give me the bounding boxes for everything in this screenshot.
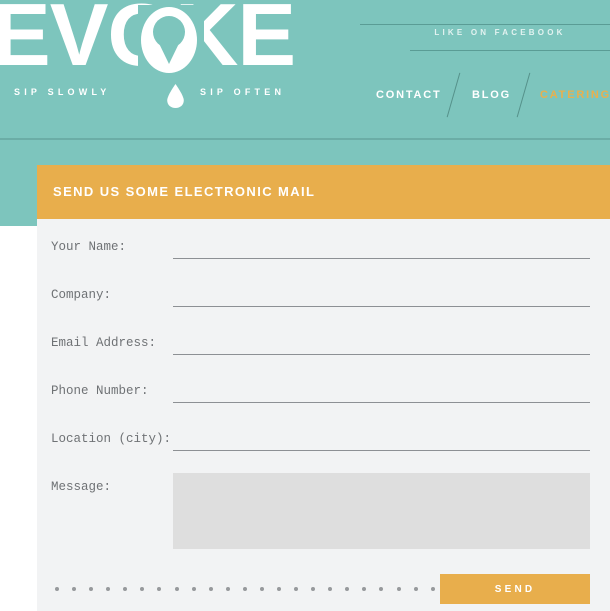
company-input[interactable] — [173, 285, 590, 307]
facebook-rule-bottom — [410, 50, 610, 51]
field-label: Message: — [51, 480, 112, 494]
divider-dot — [72, 587, 77, 591]
divider-dot — [259, 587, 264, 591]
water-drop-icon — [166, 83, 185, 109]
header-divider — [0, 138, 610, 140]
divider-dot — [191, 587, 196, 591]
field-label: Your Name: — [51, 240, 127, 254]
nav-item-catering[interactable]: CATERING — [540, 89, 610, 101]
facebook-link[interactable]: LIKE ON FACEBOOK — [410, 28, 590, 37]
field-label: Location (city): — [51, 432, 172, 446]
field-company: Company: — [37, 281, 610, 315]
divider-dot — [379, 587, 384, 591]
dotted-divider — [55, 585, 435, 593]
field-label: Company: — [51, 288, 112, 302]
your-name-input[interactable] — [173, 237, 590, 259]
location-city-input[interactable] — [173, 429, 590, 451]
tagline-row: SIP SLOWLY SIP OFTEN — [14, 83, 324, 109]
message-textarea[interactable] — [173, 473, 590, 549]
tagline-right: SIP OFTEN — [200, 87, 286, 97]
divider-dot — [294, 587, 299, 591]
logo-drop-o-icon — [138, 5, 204, 75]
divider-dot — [242, 587, 247, 591]
nav-item-contact[interactable]: CONTACT — [376, 89, 442, 101]
divider-dot — [157, 587, 162, 591]
facebook-rule-top — [360, 24, 610, 25]
form-body: Your Name: Company: Email Address: Phone… — [37, 219, 610, 611]
page-root: EVOKE SIP SLOWLY SIP OFTEN LIKE ON FACEB… — [0, 0, 610, 611]
form-header-bar: SEND US SOME ELECTRONIC MAIL — [37, 165, 610, 219]
nav-item-blog[interactable]: BLOG — [472, 89, 511, 101]
nav-separator-icon — [446, 72, 461, 118]
divider-dot — [277, 587, 282, 591]
divider-dot — [311, 587, 316, 591]
divider-dot — [225, 587, 230, 591]
divider-dot — [55, 587, 59, 591]
email-address-input[interactable] — [173, 333, 590, 355]
divider-dot — [89, 587, 94, 591]
divider-dot — [328, 587, 333, 591]
main-nav: CONTACT BLOG CATERING — [360, 72, 610, 122]
field-message: Message: — [37, 473, 610, 563]
field-your-name: Your Name: — [37, 233, 610, 267]
divider-dot — [413, 587, 418, 591]
contact-form-panel: SEND US SOME ELECTRONIC MAIL Your Name: … — [37, 165, 610, 611]
tagline-left: SIP SLOWLY — [14, 87, 111, 97]
divider-dot — [396, 587, 401, 591]
field-label: Phone Number: — [51, 384, 149, 398]
divider-dot — [106, 587, 111, 591]
divider-dot — [123, 587, 128, 591]
divider-dot — [430, 587, 435, 591]
field-label: Email Address: — [51, 336, 157, 350]
form-title: SEND US SOME ELECTRONIC MAIL — [53, 184, 316, 199]
divider-dot — [362, 587, 367, 591]
field-phone-number: Phone Number: — [37, 377, 610, 411]
divider-dot — [174, 587, 179, 591]
divider-dot — [140, 587, 145, 591]
divider-dot — [208, 587, 213, 591]
phone-number-input[interactable] — [173, 381, 590, 403]
nav-separator-icon — [516, 72, 531, 118]
form-footer: SEND — [37, 574, 610, 608]
divider-dot — [345, 587, 350, 591]
field-location-city: Location (city): — [37, 425, 610, 459]
send-button[interactable]: SEND — [440, 574, 590, 604]
field-email-address: Email Address: — [37, 329, 610, 363]
